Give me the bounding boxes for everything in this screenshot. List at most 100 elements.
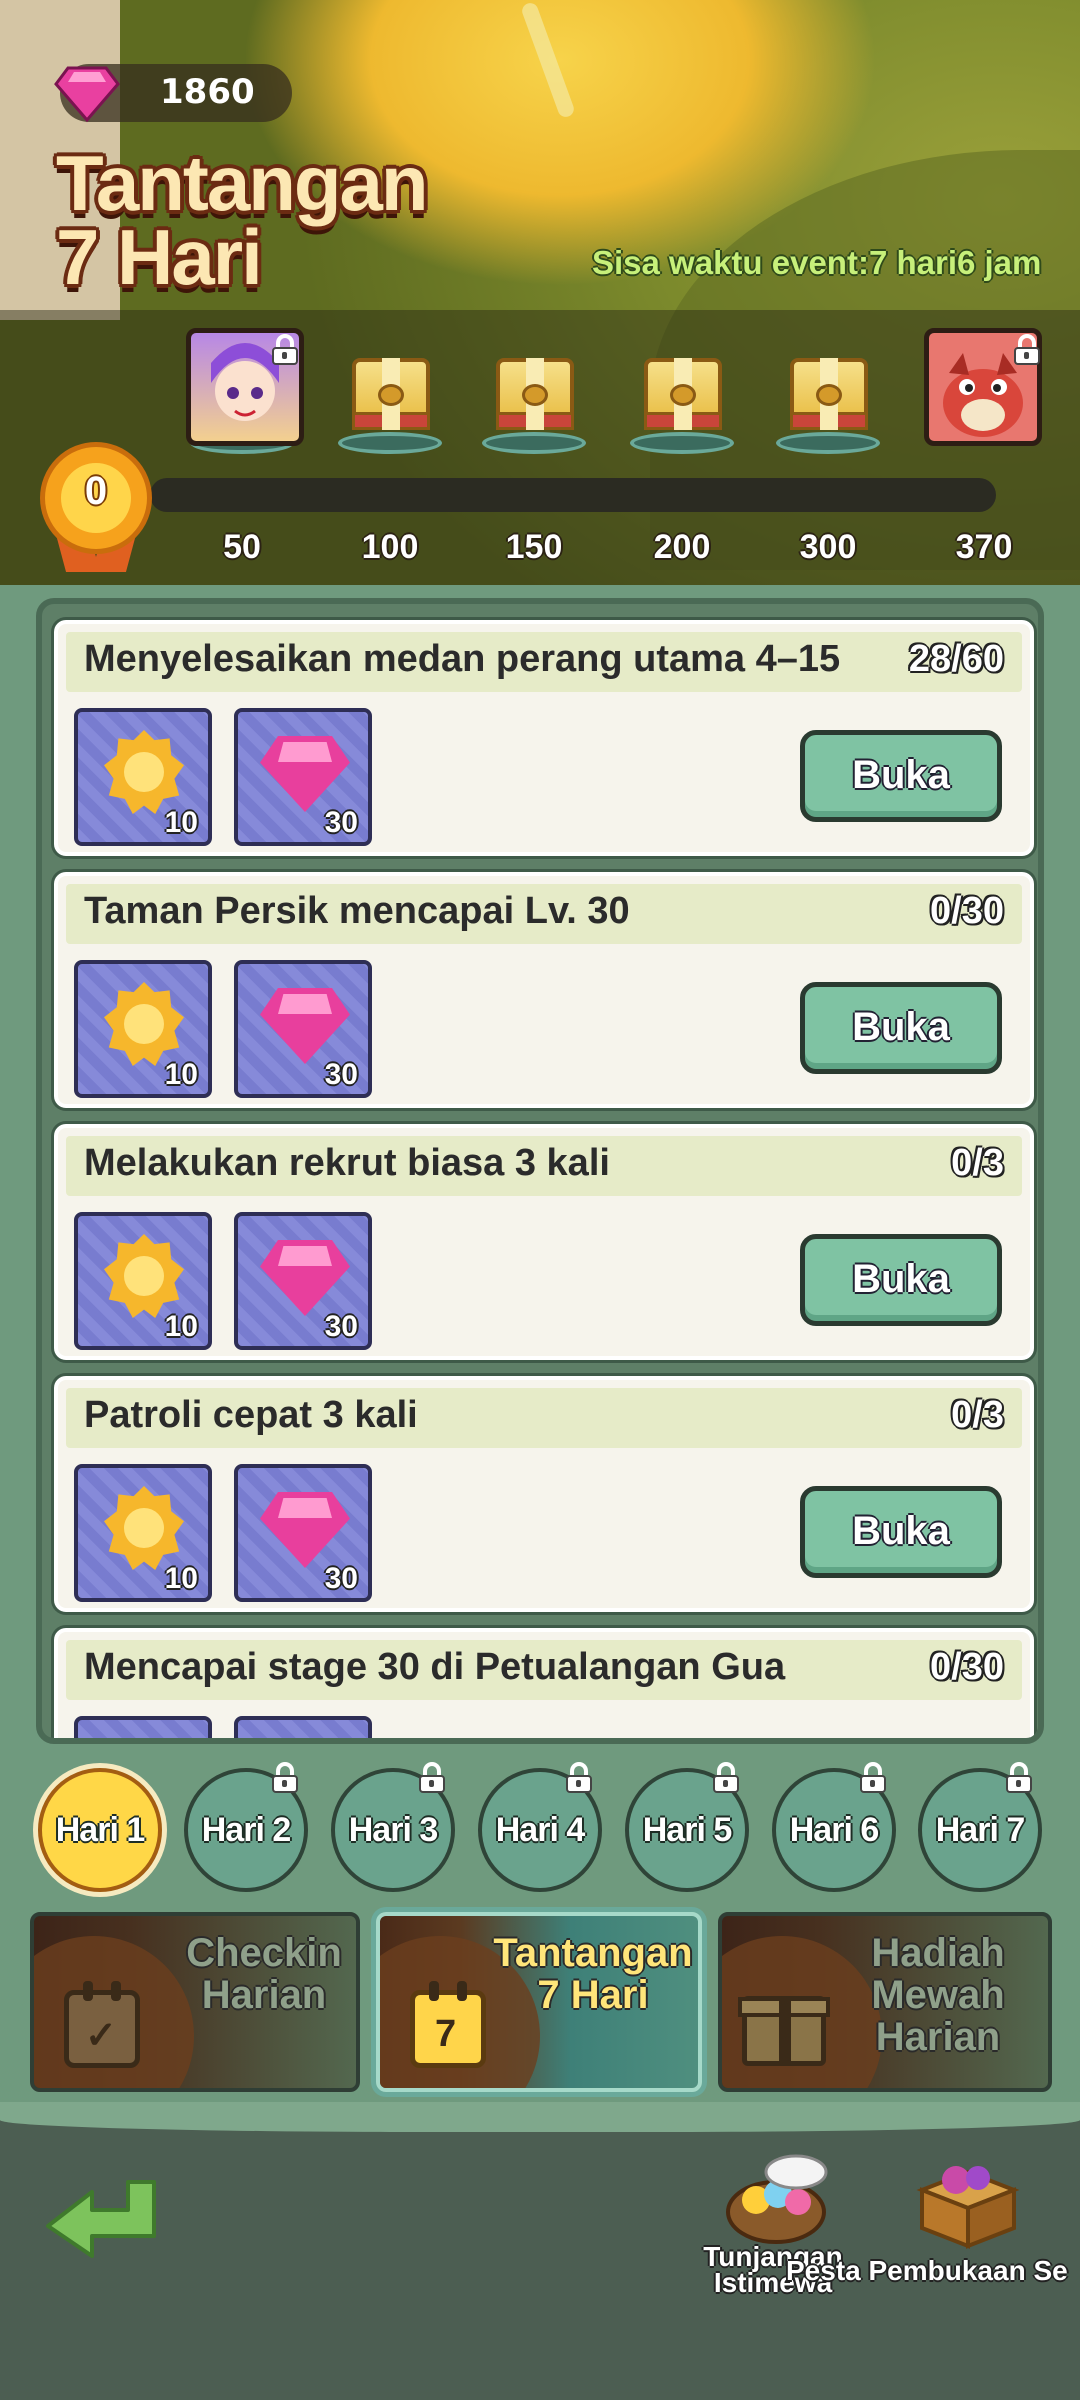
lock-icon <box>270 334 300 366</box>
tab-day-7[interactable]: Hari 7 <box>918 1762 1042 1892</box>
reward-item[interactable]: 30 <box>234 960 372 1098</box>
milestone-label: 150 <box>505 528 563 566</box>
tab-day-2[interactable]: Hari 2 <box>184 1762 308 1892</box>
tab-label: Checkin Harian <box>164 1931 356 2017</box>
gift-box-icon <box>916 2166 1020 2249</box>
task-title: Taman Persik mencapai Lv. 30 <box>84 890 630 932</box>
open-button[interactable]: Buka <box>800 730 1002 822</box>
reward-qty: 30 <box>324 1058 358 1091</box>
task-progress: 0/3 <box>951 1142 1004 1184</box>
opening-party-button[interactable] <box>908 2150 1028 2250</box>
points-medal: 0 <box>40 442 152 572</box>
reward-item[interactable] <box>74 1716 212 1738</box>
chest-icon <box>644 358 722 430</box>
open-button[interactable]: Buka <box>800 1234 1002 1326</box>
special-allowance-button[interactable] <box>716 2150 836 2250</box>
day-label: Hari 5 <box>642 1811 732 1849</box>
gem-icon <box>260 988 350 1064</box>
back-button[interactable] <box>42 2172 162 2258</box>
reward-item[interactable] <box>234 1716 372 1738</box>
chest-icon <box>790 358 868 430</box>
opening-party-label: Pesta Pembukaan Se <box>786 2258 1080 2284</box>
event-banner: 1860 Tantangan 7 Hari Sisa waktu event:7… <box>0 0 1080 585</box>
chest-icon <box>352 358 430 430</box>
task-card: Patroli cepat 3 kali 0/3 10 30 Buka <box>54 1376 1034 1612</box>
reward-item[interactable]: 10 <box>74 1464 212 1602</box>
task-list-panel[interactable]: Menyelesaikan medan perang utama 4–15 28… <box>36 598 1044 1744</box>
reward-item[interactable]: 10 <box>74 708 212 846</box>
tab-label: Tantangan 7 Hari <box>480 1931 698 2017</box>
tab-daily-luxury-gift[interactable]: Hadiah Mewah Harian <box>718 1912 1052 2092</box>
reward-slot-370[interactable] <box>920 328 1042 478</box>
task-progress: 0/30 <box>930 1646 1004 1688</box>
calendar-check-icon: ✓ <box>64 1981 140 2068</box>
chest-icon <box>496 358 574 430</box>
lock-icon <box>270 1762 300 1794</box>
lock-icon <box>1012 334 1042 366</box>
tab-day-3[interactable]: Hari 3 <box>331 1762 455 1892</box>
tab-daily-checkin[interactable]: ✓ Checkin Harian <box>30 1912 360 2092</box>
reward-item[interactable]: 10 <box>74 960 212 1098</box>
lock-icon <box>564 1762 594 1794</box>
points-progress-bar <box>150 478 996 512</box>
shop-label-line1: Pesta Pembukaan Se <box>786 2258 1068 2284</box>
task-card: Menyelesaikan medan perang utama 4–15 28… <box>54 620 1034 856</box>
milestone-label: 370 <box>955 528 1013 566</box>
task-header: Taman Persik mencapai Lv. 30 0/30 <box>66 884 1022 944</box>
current-points: 0 <box>84 469 108 513</box>
page-title-line2: 7 Hari <box>56 213 263 301</box>
gem-count: 1860 <box>160 72 255 112</box>
task-title: Melakukan rekrut biasa 3 kali <box>84 1142 610 1184</box>
gem-icon <box>260 736 350 812</box>
tab-label-line2: Harian <box>201 1973 327 2017</box>
reward-item[interactable]: 30 <box>234 1212 372 1350</box>
day-label: Hari 2 <box>201 1811 291 1849</box>
grass-edge <box>0 2102 1080 2132</box>
reward-item[interactable]: 30 <box>234 1464 372 1602</box>
reward-item[interactable]: 10 <box>74 1212 212 1350</box>
tab-label-line2: 7 Hari <box>537 1973 649 2017</box>
lock-icon <box>858 1762 888 1794</box>
day-label: Hari 7 <box>935 1811 1025 1849</box>
milestone-label: 300 <box>799 528 857 566</box>
task-header: Mencapai stage 30 di Petualangan Gua 0/3… <box>66 1640 1022 1700</box>
star-medal-icon <box>104 1234 184 1318</box>
reward-qty: 30 <box>324 806 358 839</box>
task-card: Mencapai stage 30 di Petualangan Gua 0/3… <box>54 1628 1034 1738</box>
reward-item[interactable]: 30 <box>234 708 372 846</box>
task-header: Melakukan rekrut biasa 3 kali 0/3 <box>66 1136 1022 1196</box>
task-header: Menyelesaikan medan perang utama 4–15 28… <box>66 632 1022 692</box>
milestone-label: 100 <box>361 528 419 566</box>
gem-icon <box>54 66 120 123</box>
tab-label-line1: Hadiah Mewah <box>871 1931 1005 2017</box>
tab-day-1[interactable]: Hari 1 <box>38 1768 162 1892</box>
calendar-7-icon: 7 <box>410 1981 486 2068</box>
tab-label-line2: Harian <box>875 2015 1001 2059</box>
milestone-label: 200 <box>653 528 711 566</box>
reward-slot-300[interactable] <box>768 328 888 478</box>
reward-slot-150[interactable] <box>474 328 594 478</box>
day-label: Hari 6 <box>789 1811 879 1849</box>
reward-slot-100[interactable] <box>330 328 450 478</box>
open-button[interactable]: Buka <box>800 1486 1002 1578</box>
reward-qty: 30 <box>324 1562 358 1595</box>
tab-day-6[interactable]: Hari 6 <box>772 1762 896 1892</box>
tab-day-4[interactable]: Hari 4 <box>478 1762 602 1892</box>
reward-slot-50[interactable] <box>182 328 304 478</box>
reward-slot-200[interactable] <box>622 328 742 478</box>
task-card: Melakukan rekrut biasa 3 kali 0/3 10 30 … <box>54 1124 1034 1360</box>
tab-day-5[interactable]: Hari 5 <box>625 1762 749 1892</box>
reward-qty: 30 <box>324 1310 358 1343</box>
day-label: Hari 1 <box>55 1811 145 1849</box>
tab-label-line1: Tantangan <box>493 1931 693 1975</box>
tab-7-day-challenge[interactable]: 7 Tantangan 7 Hari <box>376 1912 702 2092</box>
star-medal-icon <box>104 982 184 1066</box>
task-progress: 28/60 <box>908 638 1004 680</box>
star-medal-icon <box>104 1486 184 1570</box>
task-title: Menyelesaikan medan perang utama 4–15 <box>84 638 841 680</box>
star-medal-icon <box>104 730 184 814</box>
task-title: Mencapai stage 30 di Petualangan Gua <box>84 1646 786 1688</box>
tab-label-line1: Checkin <box>186 1931 342 1975</box>
open-button[interactable]: Buka <box>800 982 1002 1074</box>
day-label: Hari 3 <box>348 1811 438 1849</box>
